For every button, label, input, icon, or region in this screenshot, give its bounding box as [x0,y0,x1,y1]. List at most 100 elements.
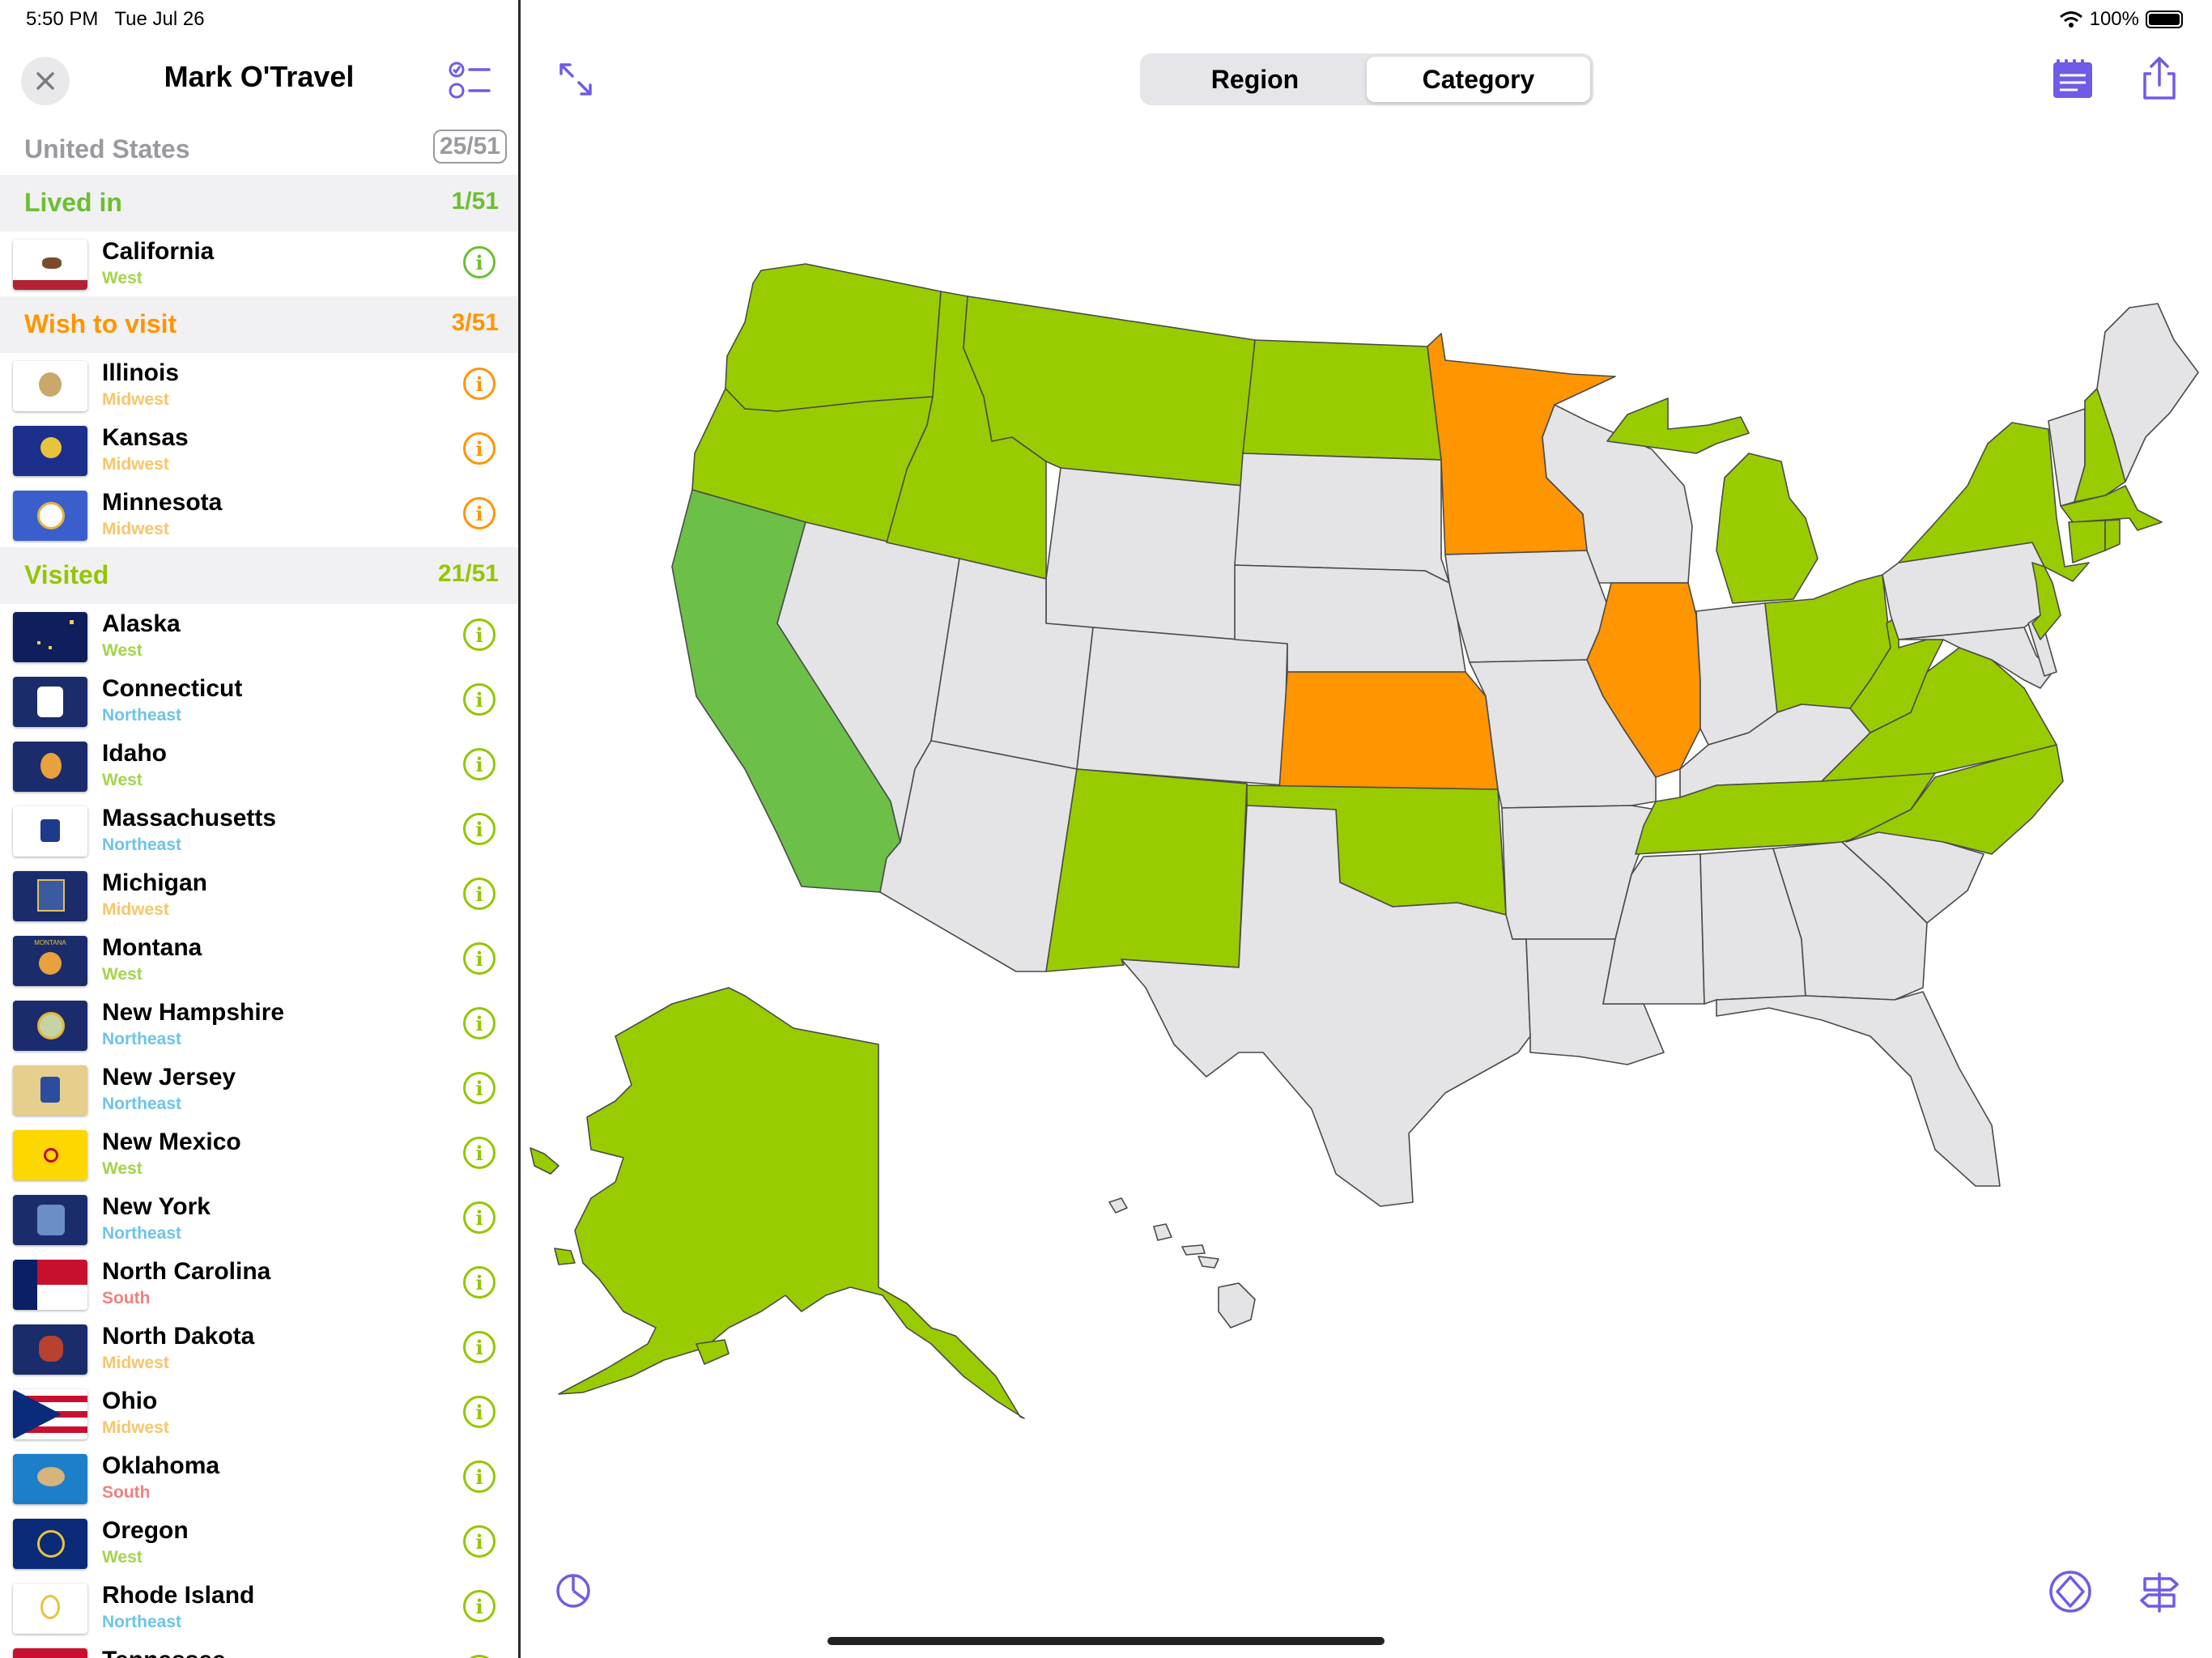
expand-button[interactable] [553,57,598,102]
battery-percent: 100% [2089,8,2139,30]
state-region: West [102,771,143,789]
state-region: Midwest [102,390,169,409]
info-icon[interactable]: i [463,246,496,278]
state-flag-icon [13,240,87,290]
list-item[interactable]: New Hampshire Northeast i [0,993,518,1057]
state-region: West [102,1548,143,1567]
expand-icon [559,63,592,96]
info-icon[interactable]: i [463,1331,496,1363]
state-washington[interactable] [725,263,942,412]
list-item[interactable]: North Dakota Midwest i [0,1316,518,1381]
state-name: California [102,238,215,265]
state-flag-icon [13,806,87,857]
close-button[interactable] [21,57,70,105]
state-alaska[interactable] [558,987,1025,1419]
list-item[interactable]: Ohio Midwest i [0,1381,518,1446]
state-alaska-island-3[interactable] [696,1339,730,1365]
info-icon[interactable]: i [463,1137,496,1169]
info-icon[interactable]: i [463,1590,496,1622]
info-icon[interactable]: i [463,683,496,716]
info-icon[interactable]: i [463,1201,496,1234]
list-item[interactable]: Michigan Midwest i [0,863,518,928]
info-icon[interactable]: i [463,748,496,780]
info-icon[interactable]: i [463,619,496,651]
section-header: Lived in 1/51 [0,175,518,232]
list-item[interactable]: Illinois Midwest i [0,353,518,418]
list-item[interactable]: Tennessee i [0,1640,518,1658]
notes-button[interactable] [2046,52,2099,105]
state-connecticut[interactable] [2068,520,2106,563]
info-icon[interactable]: i [463,497,496,529]
state-name: Connecticut [102,675,243,702]
state-hawaii-3[interactable] [1181,1244,1206,1256]
list-item[interactable]: Oregon West i [0,1511,518,1575]
list-item[interactable]: Alaska West i [0,604,518,669]
state-list: Lived in 1/51 California West i Wish to visit… [0,175,518,1658]
state-rhode-island[interactable] [2104,519,2121,551]
checklist-icon [449,62,491,99]
state-name: New Mexico [102,1129,241,1155]
places-button[interactable] [2046,1567,2095,1616]
info-icon[interactable]: i [463,1007,496,1039]
state-hawaii-5[interactable] [1218,1282,1256,1329]
list-item[interactable]: Oklahoma South i [0,1446,518,1511]
country-row[interactable]: United States 25/51 [0,121,518,175]
segment-category[interactable]: Category [1367,57,1590,102]
list-item[interactable]: Rhode Island Northeast i [0,1575,518,1640]
state-kansas[interactable] [1278,671,1499,790]
list-item[interactable]: North Carolina South i [0,1252,518,1316]
list-item[interactable]: New Mexico West i [0,1122,518,1187]
info-icon[interactable]: i [463,813,496,845]
state-alaska-island-2[interactable] [554,1248,576,1265]
segment-region[interactable]: Region [1143,57,1367,102]
info-icon[interactable]: i [463,1525,496,1558]
state-hawaii-4[interactable] [1197,1256,1219,1269]
info-icon[interactable]: i [463,942,496,975]
state-flag-icon [13,612,87,662]
view-segmented-control: Region Category [1140,53,1593,105]
list-item[interactable]: Connecticut Northeast i [0,669,518,733]
state-flag-icon [13,1195,87,1245]
list-item[interactable]: Kansas Midwest i [0,418,518,483]
state-alaska-island-1[interactable] [530,1147,559,1175]
state-south-dakota[interactable] [1234,453,1450,584]
state-wyoming[interactable] [1045,467,1244,640]
state-new-mexico[interactable] [1045,768,1248,972]
list-item[interactable]: California West i [0,232,518,296]
state-name: New York [102,1193,211,1220]
state-michigan[interactable] [1716,453,1819,604]
sidebar: 5:50 PM Tue Jul 26 Mark O'Travel United … [0,0,521,1658]
info-icon[interactable]: i [463,1655,496,1658]
state-north-dakota[interactable] [1242,339,1442,461]
info-icon[interactable]: i [463,432,496,465]
state-region: South [102,1289,151,1307]
info-icon[interactable]: i [463,1460,496,1493]
state-flag-icon [13,1584,87,1634]
list-item[interactable]: Idaho West i [0,733,518,798]
info-icon[interactable]: i [463,1266,496,1299]
share-icon [2143,57,2176,100]
state-region: Northeast [102,835,182,854]
info-icon[interactable]: i [463,1072,496,1104]
state-colorado[interactable] [1076,627,1288,786]
info-icon[interactable]: i [463,368,496,400]
list-item[interactable]: New York Northeast i [0,1187,518,1252]
state-florida[interactable] [1716,991,2001,1187]
state-region: Northeast [102,1030,182,1048]
list-item[interactable]: New Jersey Northeast i [0,1057,518,1122]
share-button[interactable] [2135,52,2184,105]
list-item[interactable]: Massachusetts Northeast i [0,798,518,863]
info-icon[interactable]: i [463,878,496,910]
us-map[interactable] [521,210,2212,1441]
signpost-button[interactable] [2135,1567,2184,1616]
home-indicator[interactable] [827,1637,1385,1645]
state-hawaii-2[interactable] [1153,1223,1172,1241]
state-region: Midwest [102,1418,169,1437]
stats-button[interactable] [553,1571,593,1611]
list-item[interactable]: MONTANA Montana West i [0,928,518,993]
state-hawaii-1[interactable] [1108,1197,1128,1214]
checklist-button[interactable] [447,60,492,102]
state-iowa[interactable] [1444,550,1612,663]
info-icon[interactable]: i [463,1396,496,1428]
list-item[interactable]: Minnesota Midwest i [0,483,518,547]
